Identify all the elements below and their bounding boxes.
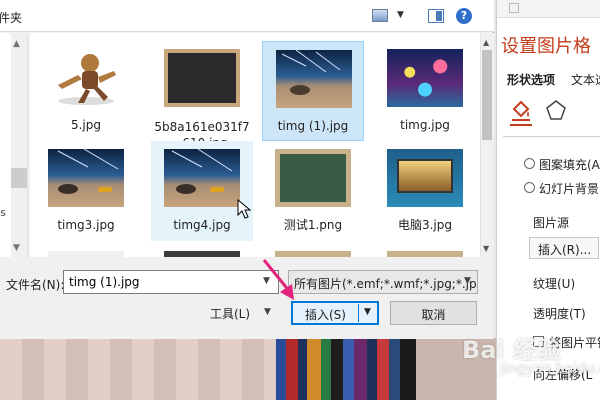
file-name: timg (1).jpg [277,119,349,133]
pane-topbar [497,0,600,18]
fill-line-icon[interactable] [509,99,533,123]
tools-label: 工具(L) [210,307,251,321]
tab-shape-options[interactable]: 形状选项 [507,71,555,88]
file-tile-selected[interactable]: timg (1).jpg [262,41,364,141]
filename-label: 文件名(N): [6,278,65,292]
insert-label: 插入(S) [305,308,346,322]
navigation-scrollbar[interactable] [11,33,27,257]
chevron-down-icon[interactable]: ▼ [464,276,471,286]
green-board-thumbnail [275,149,351,207]
file-tile-hover[interactable]: timg4.jpg [151,141,253,241]
file-tile[interactable] [262,243,364,257]
file-name: 电脑3.jpg [397,218,453,232]
texture-label: 纹理(U) [533,277,576,291]
kungfu-panda-shifu-thumbnail [48,49,124,107]
view-icon[interactable] [372,9,388,22]
divider [503,136,600,137]
file-tile[interactable]: 电脑3.jpg [374,141,476,241]
background-pattern [0,338,275,400]
pane-options-icon[interactable] [509,3,519,13]
file-name: timg4.jpg [173,218,231,232]
scroll-down-icon[interactable]: ▼ [13,243,20,253]
folder-breadcrumb[interactable]: 件夹 [0,9,22,26]
dialog-toolbar: 件夹 ▼ ? [0,0,494,32]
tools-button[interactable]: 工具(L) ▼ [200,302,278,324]
pane-title: 设置图片格 [501,36,591,57]
file-tile[interactable] [35,243,137,257]
scroll-up-icon[interactable]: ▲ [483,38,489,47]
file-tile[interactable] [151,243,253,257]
cancel-button[interactable]: 取消 [390,301,477,325]
file-name-part: 5b8a161e031f7 [154,120,250,134]
picture-source-label: 图片源 [533,216,570,230]
filename-input[interactable] [63,270,279,294]
cursor-icon [237,199,251,219]
file-tile[interactable]: 测试1.png [262,141,364,241]
insert-picture-dialog: 件夹 ▼ ? ▲ ▼ Js 5.jpg [0,0,494,339]
help-icon[interactable]: ? [456,8,472,24]
computer-screen-thumbnail [387,149,463,207]
file-name: 测试1.png [283,218,343,232]
file-name: timg.jpg [400,118,450,132]
file-name: 5.jpg [70,118,102,132]
file-type-select[interactable]: 所有图片(*.emf;*.wmf;*.jpg;*.jp [288,270,478,294]
file-list-scroll-thumb[interactable] [482,50,492,140]
radio-slide-background[interactable] [524,182,535,193]
split-divider [358,304,359,322]
radio-pattern-fill[interactable] [524,158,535,169]
insert-button[interactable]: 插入(S) ▼ [291,301,379,325]
navigation-scroll-thumb[interactable] [11,168,27,188]
scroll-up-icon[interactable]: ▲ [13,39,20,49]
file-tile[interactable]: 5b8a161e031f7_610.jpg [151,41,253,150]
option-pattern-fill[interactable]: 图案填充(A [539,156,600,173]
scroll-down-icon[interactable]: ▼ [483,244,489,253]
file-tile[interactable]: timg.jpg [374,41,476,141]
desert-starry-night-car-thumbnail [164,149,240,207]
desert-starry-night-thumbnail [276,50,352,108]
preview-pane-icon[interactable] [428,9,444,23]
baidu-watermark-url: jingyan.baidu.com [500,361,600,377]
effects-pentagon-icon[interactable] [545,99,567,121]
file-list[interactable]: 5.jpg 5b8a161e031f7_610.jpg timg (1).jpg… [30,33,480,257]
file-tile[interactable]: 5.jpg [35,41,137,141]
background-document [0,338,496,400]
file-tile[interactable]: timg3.jpg [35,141,137,241]
active-tab-indicator [510,124,532,126]
fantasy-galaxy-thumbnail [387,49,463,107]
file-name: timg3.jpg [57,218,115,232]
cancel-label: 取消 [421,308,446,322]
insert-picture-button[interactable]: 插入(R)... [529,237,599,259]
background-books [276,338,416,400]
pink-pointer-arrow-icon [262,259,294,300]
computer-screen-graphic [397,159,453,193]
chevron-down-icon[interactable]: ▼ [364,307,371,317]
dropdown-icon[interactable]: ▼ [397,10,404,20]
option-slide-background[interactable]: 幻灯片背景 [539,180,599,197]
tab-text-options[interactable]: 文本选 [571,71,600,88]
chalkboard-thumbnail [164,49,240,107]
chevron-down-icon: ▼ [264,307,271,317]
file-tile[interactable] [374,243,476,257]
navigation-item-label[interactable]: Js [0,206,6,219]
desert-starry-night-car-thumbnail [48,149,124,207]
transparency-label: 透明度(T) [533,307,586,321]
baidu-watermark: Bai 经验 [462,336,562,364]
